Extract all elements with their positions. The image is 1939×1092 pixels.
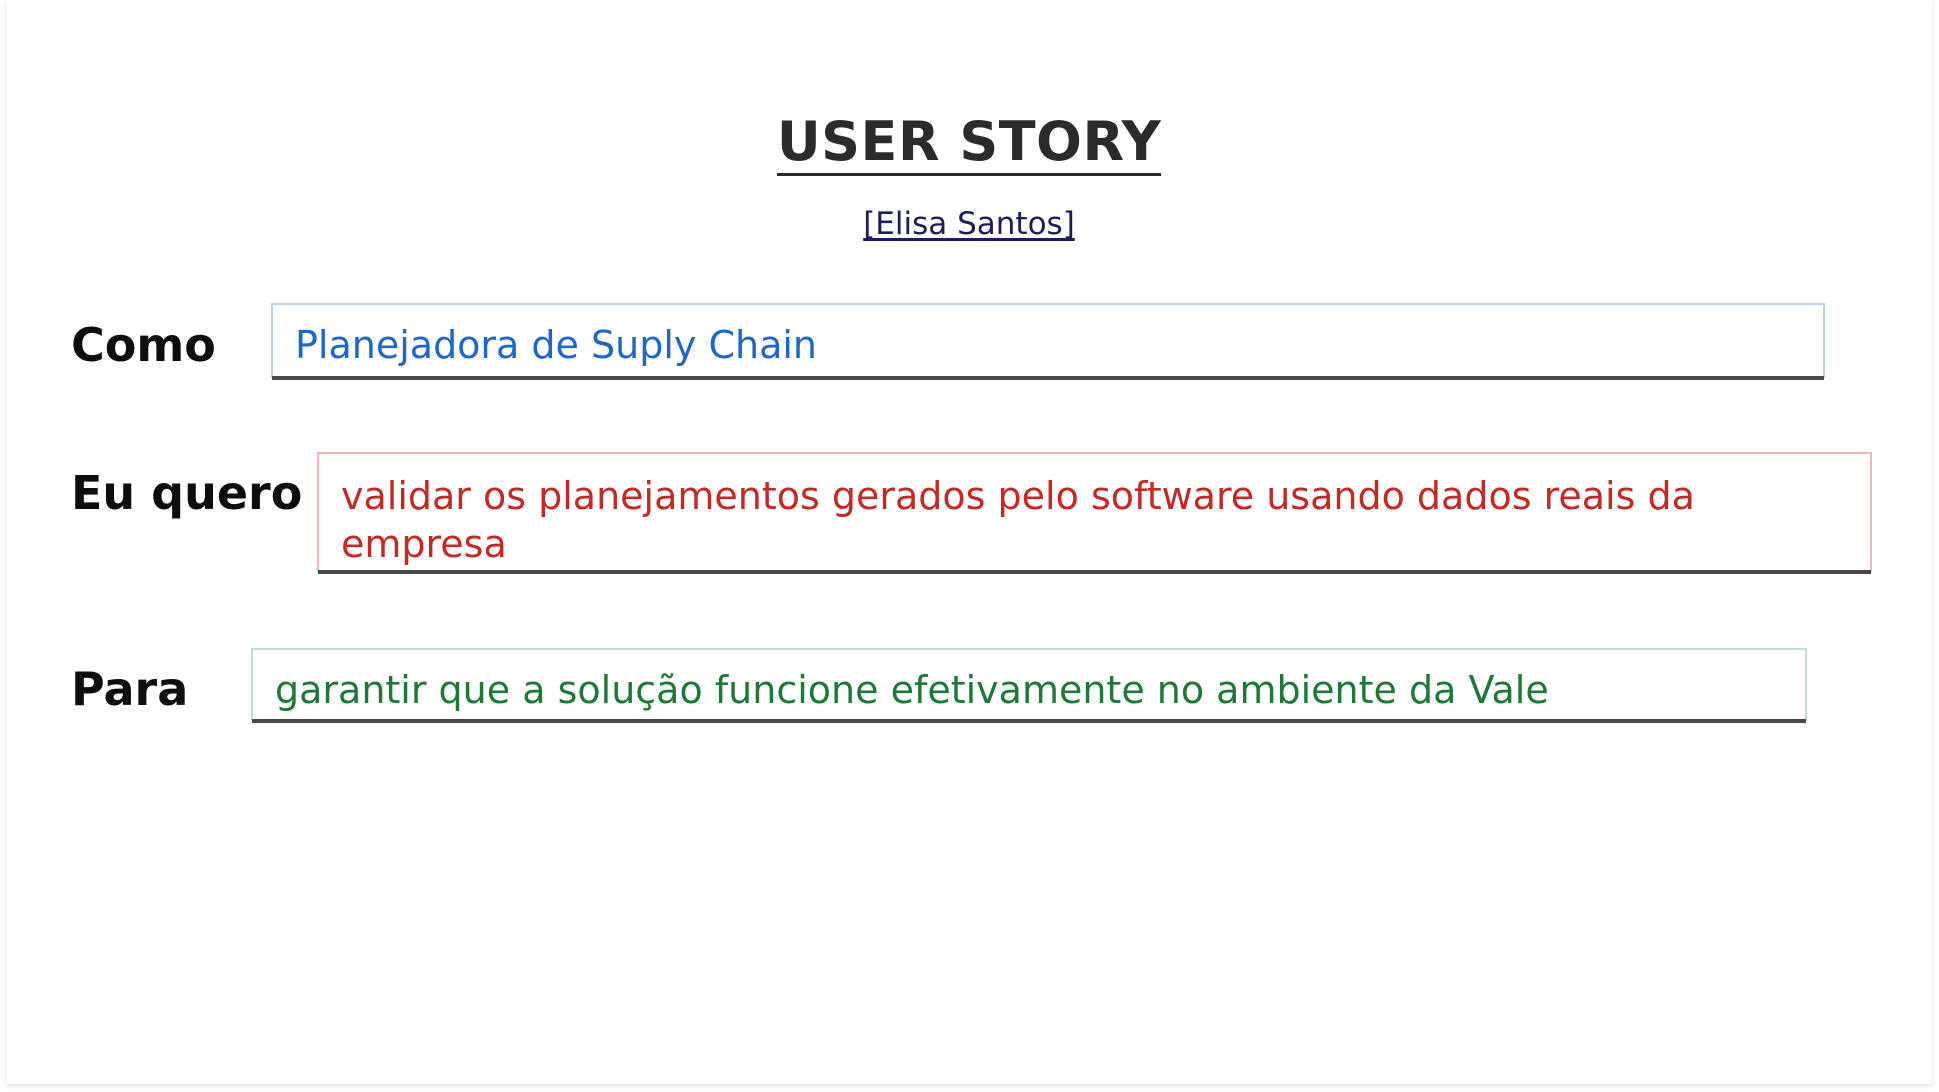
como-label: Como (71, 318, 216, 372)
eu-quero-field[interactable]: validar os planejamentos gerados pelo so… (317, 452, 1872, 574)
eu-quero-value: validar os planejamentos gerados pelo so… (341, 474, 1695, 566)
page-title: USER STORY (6, 112, 1932, 177)
como-field[interactable]: Planejadora de Suply Chain (271, 303, 1825, 380)
title-text: USER STORY (776, 112, 1162, 177)
author-name: [Elisa Santos] (863, 206, 1075, 242)
eu-quero-label: Eu quero (71, 466, 303, 520)
para-value: garantir que a solução funcione efetivam… (275, 668, 1549, 712)
para-field[interactable]: garantir que a solução funcione efetivam… (251, 648, 1807, 723)
como-value: Planejadora de Suply Chain (295, 323, 817, 367)
author-line: [Elisa Santos] (6, 206, 1932, 242)
para-label: Para (71, 662, 189, 716)
user-story-slide: USER STORY [Elisa Santos] Como Planejado… (6, 0, 1932, 1084)
